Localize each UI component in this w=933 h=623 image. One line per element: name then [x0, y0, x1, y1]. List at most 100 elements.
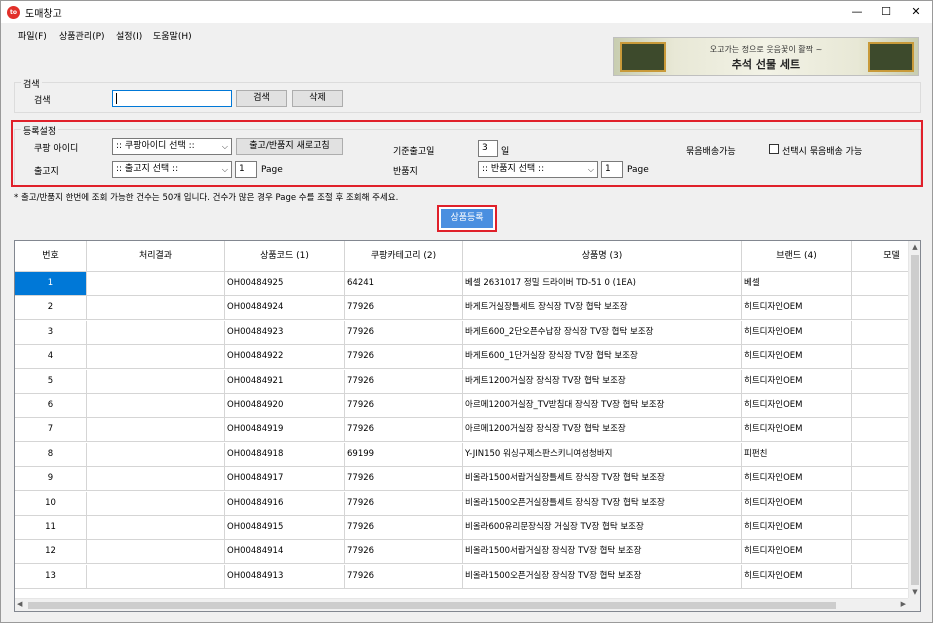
- cell-result[interactable]: [87, 418, 225, 443]
- cell-category[interactable]: 77926: [345, 418, 463, 443]
- cell-code[interactable]: OH00484914: [225, 540, 345, 565]
- table-row[interactable]: 5 OH00484921 77926 바게트1200거실장 장식장 TV장 협탁 보조…: [15, 369, 920, 394]
- cell-brand[interactable]: 피펀친: [742, 442, 852, 467]
- cell-code[interactable]: OH00484920: [225, 394, 345, 418]
- cell-name[interactable]: 바게트1200거실장 장식장 TV장 협탁 보조장: [463, 369, 742, 394]
- table-row[interactable]: 1 OH00484925 64241 베셀 2631017 정밀 드라이버 TD-51…: [15, 272, 920, 296]
- cell-category[interactable]: 64241: [345, 272, 463, 296]
- cell-category[interactable]: 77926: [345, 491, 463, 516]
- cell-no[interactable]: 13: [15, 564, 87, 589]
- cell-no[interactable]: 3: [15, 320, 87, 345]
- cell-brand[interactable]: 히트디자인OEM: [742, 540, 852, 565]
- cell-result[interactable]: [87, 320, 225, 345]
- cell-name[interactable]: 비올라1500오픈거실장틀세트 장식장 TV장 협탁 보조장: [463, 491, 742, 516]
- cell-brand[interactable]: 베셀: [742, 272, 852, 296]
- cell-code[interactable]: OH00484918: [225, 442, 345, 467]
- cell-name[interactable]: 아르메1200거실장_TV받침대 장식장 TV장 협탁 보조장: [463, 394, 742, 418]
- menu-help[interactable]: 도움말(H): [153, 29, 192, 42]
- cell-name[interactable]: 비올라1500서랍거실장 장식장 TV장 협탁 보조장: [463, 540, 742, 565]
- cell-result[interactable]: [87, 394, 225, 418]
- cell-brand[interactable]: 히트디자인OEM: [742, 296, 852, 321]
- cell-no[interactable]: 8: [15, 442, 87, 467]
- cell-brand[interactable]: 히트디자인OEM: [742, 491, 852, 516]
- close-button[interactable]: ✕: [901, 1, 931, 23]
- table-row[interactable]: 13 OH00484913 77926 비올라1500오픈거실장 장식장 TV장 협탁…: [15, 564, 920, 589]
- cell-brand[interactable]: 히트디자인OEM: [742, 467, 852, 492]
- cell-no[interactable]: 7: [15, 418, 87, 443]
- cell-code[interactable]: OH00484924: [225, 296, 345, 321]
- cell-no[interactable]: 2: [15, 296, 87, 321]
- column-header-code[interactable]: 상품코드 (1): [225, 241, 345, 272]
- column-header-no[interactable]: 번호: [15, 241, 87, 272]
- cell-category[interactable]: 77926: [345, 369, 463, 394]
- cell-result[interactable]: [87, 564, 225, 589]
- horizontal-scrollbar[interactable]: ◀ ▶: [15, 598, 908, 611]
- cell-result[interactable]: [87, 540, 225, 565]
- cell-category[interactable]: 77926: [345, 296, 463, 321]
- cell-category[interactable]: 77926: [345, 516, 463, 540]
- cell-code[interactable]: OH00484923: [225, 320, 345, 345]
- cell-result[interactable]: [87, 296, 225, 321]
- cell-name[interactable]: 비올라1500오픈거실장 장식장 TV장 협탁 보조장: [463, 564, 742, 589]
- cell-no[interactable]: 5: [15, 369, 87, 394]
- cell-no[interactable]: 9: [15, 467, 87, 492]
- bundle-shipping-checkbox[interactable]: [769, 144, 779, 154]
- cell-result[interactable]: [87, 491, 225, 516]
- scroll-left-icon[interactable]: ◀: [17, 600, 22, 608]
- cell-no[interactable]: 11: [15, 516, 87, 540]
- horizontal-scroll-thumb[interactable]: [28, 602, 836, 609]
- menu-file[interactable]: 파일(F): [18, 29, 47, 42]
- refresh-ship-return-button[interactable]: 출고/반품지 새로고침: [236, 138, 343, 155]
- cell-brand[interactable]: 히트디자인OEM: [742, 320, 852, 345]
- cell-name[interactable]: Y-JIN150 워싱구제스판스키니여성청바지: [463, 442, 742, 467]
- cell-name[interactable]: 비올라600유리문장식장 거실장 TV장 협탁 보조장: [463, 516, 742, 540]
- bundle-shipping-checkbox-label[interactable]: 선택시 묶음배송 가능: [782, 144, 862, 157]
- cell-no[interactable]: 1: [15, 272, 87, 296]
- cell-brand[interactable]: 히트디자인OEM: [742, 394, 852, 418]
- cell-no[interactable]: 6: [15, 394, 87, 418]
- cell-category[interactable]: 77926: [345, 564, 463, 589]
- scroll-right-icon[interactable]: ▶: [901, 600, 906, 608]
- register-product-button[interactable]: 상품등록: [441, 209, 493, 228]
- cell-code[interactable]: OH00484916: [225, 491, 345, 516]
- ship-from-select[interactable]: :: 출고지 선택 :: ⌵: [112, 161, 232, 178]
- search-input[interactable]: [112, 90, 232, 107]
- table-row[interactable]: 4 OH00484922 77926 바게트600_1단거실장 장식장 TV장 협탁 …: [15, 345, 920, 370]
- cell-result[interactable]: [87, 516, 225, 540]
- column-header-brand[interactable]: 브랜드 (4): [742, 241, 852, 272]
- cell-name[interactable]: 아르메1200거실장 장식장 TV장 협탁 보조장: [463, 418, 742, 443]
- table-row[interactable]: 11 OH00484915 77926 비올라600유리문장식장 거실장 TV장 협탁…: [15, 516, 920, 540]
- cell-brand[interactable]: 히트디자인OEM: [742, 564, 852, 589]
- product-table[interactable]: 번호 처리결과 상품코드 (1) 쿠팡카테고리 (2) 상품명 (3) 브랜드 …: [14, 240, 921, 612]
- maximize-button[interactable]: ☐: [871, 1, 901, 23]
- cell-result[interactable]: [87, 467, 225, 492]
- delete-button[interactable]: 삭제: [292, 90, 343, 107]
- cell-code[interactable]: OH00484913: [225, 564, 345, 589]
- cell-category[interactable]: 77926: [345, 467, 463, 492]
- return-select[interactable]: :: 반품지 선택 :: ⌵: [478, 161, 598, 178]
- vertical-scrollbar[interactable]: ▲ ▼: [908, 241, 920, 598]
- cell-name[interactable]: 비올라1500서랍거실장틀세트 장식장 TV장 협탁 보조장: [463, 467, 742, 492]
- minimize-button[interactable]: —: [842, 1, 872, 23]
- vertical-scroll-thumb[interactable]: [911, 255, 919, 585]
- table-row[interactable]: 12 OH00484914 77926 비올라1500서랍거실장 장식장 TV장 협탁…: [15, 540, 920, 565]
- cell-category[interactable]: 77926: [345, 394, 463, 418]
- cell-category[interactable]: 77926: [345, 540, 463, 565]
- cell-brand[interactable]: 히트디자인OEM: [742, 516, 852, 540]
- cell-result[interactable]: [87, 272, 225, 296]
- cell-brand[interactable]: 히트디자인OEM: [742, 345, 852, 370]
- return-page-input[interactable]: 1: [601, 161, 623, 178]
- table-row[interactable]: 9 OH00484917 77926 비올라1500서랍거실장틀세트 장식장 TV장 …: [15, 467, 920, 492]
- cell-result[interactable]: [87, 369, 225, 394]
- search-button[interactable]: 검색: [236, 90, 287, 107]
- ship-from-page-input[interactable]: 1: [235, 161, 257, 178]
- cell-name[interactable]: 바게트600_1단거실장 장식장 TV장 협탁 보조장: [463, 345, 742, 370]
- table-row[interactable]: 6 OH00484920 77926 아르메1200거실장_TV받침대 장식장 TV장…: [15, 394, 920, 418]
- menu-settings[interactable]: 설정(I): [116, 29, 142, 42]
- table-row[interactable]: 7 OH00484919 77926 아르메1200거실장 장식장 TV장 협탁 보조…: [15, 418, 920, 443]
- cell-brand[interactable]: 히트디자인OEM: [742, 369, 852, 394]
- cell-code[interactable]: OH00484921: [225, 369, 345, 394]
- cell-category[interactable]: 77926: [345, 320, 463, 345]
- cell-code[interactable]: OH00484915: [225, 516, 345, 540]
- scroll-up-icon[interactable]: ▲: [909, 243, 920, 251]
